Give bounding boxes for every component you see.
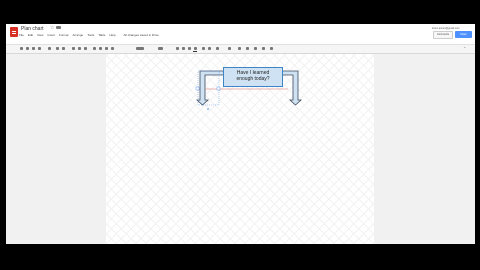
last-edit-status[interactable]: All changes saved in Drive bbox=[124, 33, 159, 37]
document-title[interactable]: Plan chart bbox=[21, 26, 44, 32]
menu-view[interactable]: View bbox=[37, 33, 43, 37]
link-icon[interactable] bbox=[202, 47, 205, 50]
menu-table[interactable]: Table bbox=[98, 33, 105, 37]
menu-edit[interactable]: Edit bbox=[28, 33, 33, 37]
clear-format-icon[interactable] bbox=[270, 47, 273, 50]
line-spacing-icon[interactable] bbox=[228, 47, 231, 50]
docs-logo-icon[interactable] bbox=[10, 27, 18, 37]
select-icon[interactable] bbox=[56, 47, 59, 50]
folder-icon[interactable] bbox=[56, 26, 61, 29]
paint-format-icon[interactable] bbox=[38, 47, 41, 50]
callout-box[interactable]: Have I learned enough today? bbox=[223, 67, 283, 87]
collapse-menu-icon[interactable]: ⌃ bbox=[463, 46, 466, 51]
comment-icon[interactable] bbox=[208, 47, 211, 50]
line-icon[interactable] bbox=[62, 47, 65, 50]
zoom-icon[interactable] bbox=[48, 47, 51, 50]
numbered-list-icon[interactable] bbox=[238, 47, 241, 50]
menu-help[interactable]: Help bbox=[109, 33, 115, 37]
menu-file[interactable]: File bbox=[19, 33, 24, 37]
image-icon[interactable] bbox=[84, 47, 87, 50]
selection-handle bbox=[216, 86, 221, 91]
slides-app: Plan chart ☆ File Edit View Insert Forma… bbox=[6, 24, 475, 244]
right-bent-arrow bbox=[280, 70, 303, 106]
border-color-icon[interactable] bbox=[99, 47, 102, 50]
comments-button[interactable]: Comments bbox=[433, 31, 453, 39]
rotation-handle bbox=[207, 108, 209, 110]
align-icon[interactable] bbox=[216, 47, 219, 50]
italic-icon[interactable] bbox=[182, 47, 185, 50]
increase-indent-icon[interactable] bbox=[262, 47, 265, 50]
menu-bar: File Edit View Insert Format Arrange Too… bbox=[19, 33, 159, 37]
shape-icon[interactable] bbox=[72, 47, 75, 50]
redo-icon[interactable] bbox=[32, 47, 35, 50]
bold-icon[interactable] bbox=[176, 47, 179, 50]
user-email[interactable]: lorem.ipsum@gmail.com bbox=[432, 27, 460, 30]
menu-insert[interactable]: Insert bbox=[47, 33, 55, 37]
fill-color-icon[interactable] bbox=[93, 47, 96, 50]
underline-icon[interactable] bbox=[188, 47, 191, 50]
star-icon[interactable]: ☆ bbox=[50, 25, 54, 31]
menu-tools[interactable]: Tools bbox=[87, 33, 94, 37]
title-bar: Plan chart ☆ File Edit View Insert Forma… bbox=[6, 24, 475, 44]
menu-format[interactable]: Format bbox=[59, 33, 69, 37]
text-box-icon[interactable] bbox=[78, 47, 81, 50]
undo-icon[interactable] bbox=[26, 47, 29, 50]
share-button[interactable]: Share bbox=[455, 31, 472, 38]
bulleted-list-icon[interactable] bbox=[246, 47, 249, 50]
font-select[interactable] bbox=[136, 47, 144, 50]
border-dash-icon[interactable] bbox=[111, 47, 114, 50]
menu-arrange[interactable]: Arrange bbox=[73, 33, 84, 37]
font-size-select[interactable] bbox=[158, 47, 163, 50]
text-color-icon[interactable] bbox=[194, 47, 197, 50]
border-weight-icon[interactable] bbox=[105, 47, 108, 50]
toolbar: ⌃ bbox=[6, 44, 475, 54]
print-icon[interactable] bbox=[20, 47, 23, 50]
decrease-indent-icon[interactable] bbox=[254, 47, 257, 50]
selection-handle bbox=[195, 86, 200, 91]
text-color-swatch bbox=[193, 51, 197, 52]
drawing-canvas[interactable]: Have I learned enough today? bbox=[106, 54, 374, 244]
callout-text-line-2: enough today? bbox=[236, 76, 270, 82]
